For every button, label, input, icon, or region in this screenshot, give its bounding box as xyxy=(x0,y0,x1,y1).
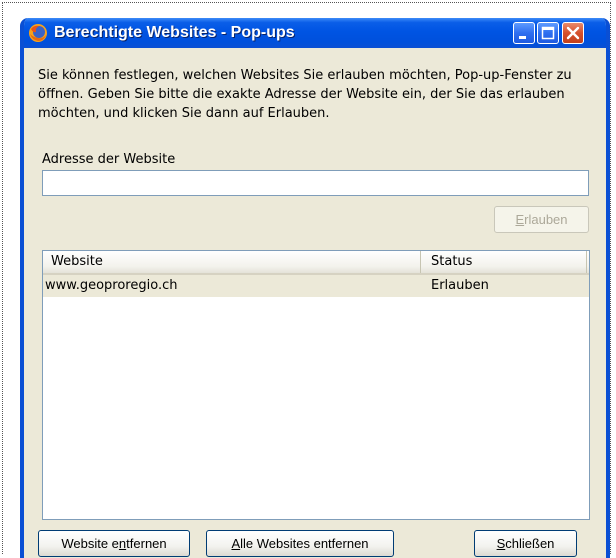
allow-accel: E xyxy=(515,212,525,227)
address-input[interactable] xyxy=(42,170,589,196)
address-label: Adresse der Website xyxy=(42,152,176,167)
websites-list[interactable]: Website Status www.geoproregio.ch Erlaub… xyxy=(42,250,590,520)
close-accel: S xyxy=(496,536,506,551)
dialog-window: Berechtigte Websites - Pop-ups Sie könne… xyxy=(20,18,610,558)
allow-button[interactable]: Erlauben xyxy=(494,206,589,233)
table-row[interactable]: www.geoproregio.ch Erlauben xyxy=(43,275,589,297)
row-status: Erlauben xyxy=(431,278,489,293)
minimize-icon xyxy=(519,36,526,39)
maximize-button[interactable] xyxy=(537,22,559,44)
close-window-button[interactable] xyxy=(562,22,584,44)
remove-post: tfernen xyxy=(126,536,167,551)
minimize-button[interactable] xyxy=(513,22,535,44)
remove-pre: Website e xyxy=(61,536,119,551)
dialog-content: Sie können festlegen, welchen Websites S… xyxy=(24,48,606,558)
row-website: www.geoproregio.ch xyxy=(45,278,178,293)
remove-all-accel: A xyxy=(231,536,241,551)
remove-website-button[interactable]: Website entfernen xyxy=(38,530,190,557)
title-bar[interactable]: Berechtigte Websites - Pop-ups xyxy=(24,18,606,48)
maximize-icon xyxy=(541,26,555,40)
page: Berechtigte Websites - Pop-ups Sie könne… xyxy=(0,0,616,558)
column-header-website[interactable]: Website xyxy=(43,251,421,273)
list-header: Website Status xyxy=(43,251,589,275)
allow-label: rlauben xyxy=(524,212,568,227)
close-icon xyxy=(566,26,580,40)
remove-all-post: lle Websites entfernen xyxy=(240,536,369,551)
remove-all-websites-button[interactable]: Alle Websites entfernen xyxy=(206,530,394,557)
firefox-icon xyxy=(28,23,48,43)
close-button[interactable]: Schließen xyxy=(474,530,577,557)
intro-text: Sie können festlegen, welchen Websites S… xyxy=(38,68,572,121)
window-title: Berechtigte Websites - Pop-ups xyxy=(54,24,295,41)
close-post: chließen xyxy=(505,536,555,551)
column-header-status[interactable]: Status xyxy=(421,251,587,273)
